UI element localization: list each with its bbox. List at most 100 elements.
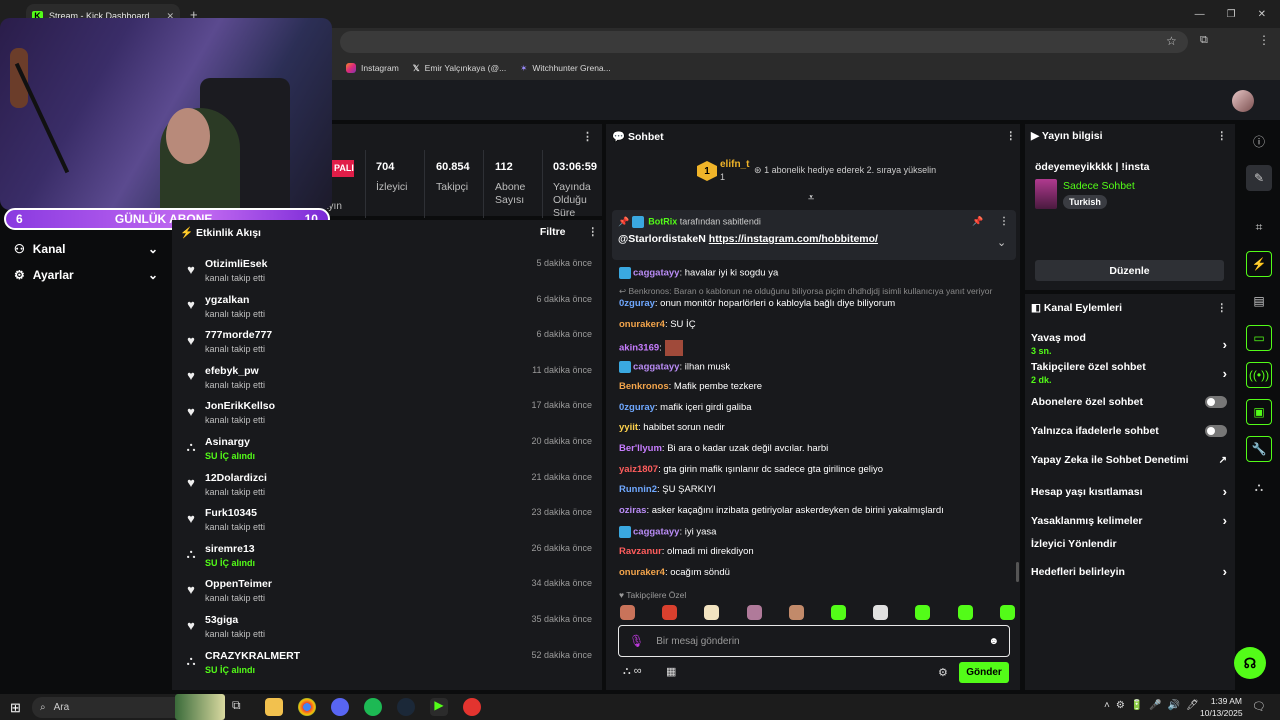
chat-username[interactable]: yaiz1807 (619, 464, 658, 475)
chat-username[interactable]: oziras (619, 505, 646, 516)
activity-row[interactable]: ♥ Furk10345 kanalı takip etti 23 dakika … (180, 505, 594, 539)
toggle-switch[interactable] (1205, 396, 1227, 408)
mic-icon[interactable]: 🎙 (629, 634, 644, 648)
toggle-switch[interactable] (1205, 425, 1227, 437)
points-icon[interactable]: ⛬ ∞ (623, 665, 642, 678)
channel-action-row[interactable]: Hedefleri belirleyin › (1031, 564, 1227, 579)
channel-actions-menu-icon[interactable]: ⋮ (1217, 302, 1228, 314)
layout-icon[interactable]: ▣ (1246, 399, 1272, 425)
chat-username[interactable]: Ravzanur (619, 546, 662, 557)
activity-username[interactable]: Asinargy (205, 436, 250, 448)
activity-row[interactable]: ♥ 777morde777 kanalı takip etti 6 dakika… (180, 327, 594, 361)
channel-action-row[interactable]: Yasaklanmış kelimeler › (1031, 513, 1227, 528)
chevron-down-icon[interactable]: ⌄ (997, 236, 1006, 249)
discord-icon[interactable] (331, 698, 349, 716)
chat-input[interactable]: 🎙 Bir mesaj gönderin ☻ (618, 625, 1010, 657)
help-button[interactable]: ☊ (1234, 647, 1266, 679)
document-icon[interactable]: ▤ (1246, 288, 1272, 314)
bookmark-x[interactable]: 𝕏 Emir Yalçınkaya (@... (413, 63, 506, 74)
chat-username[interactable]: Runnin2 (619, 484, 657, 495)
activity-username[interactable]: CRAZYKRALMERT (205, 650, 300, 662)
chat-username[interactable]: yyiit (619, 422, 638, 433)
wrench-icon[interactable]: 🔧 (1246, 436, 1272, 462)
task-view-icon[interactable]: ⧉ (232, 698, 250, 716)
emote-icon[interactable] (662, 605, 678, 620)
bookmark-star-icon[interactable]: ☆ (1166, 34, 1177, 48)
chat-username[interactable]: caggatayy (633, 362, 679, 373)
chat-username[interactable]: caggatayy (633, 527, 679, 538)
activity-username[interactable]: OppenTeimer (205, 578, 272, 590)
broadcast-icon[interactable]: ((•)) (1246, 362, 1272, 388)
chat-username[interactable]: caggatayy (633, 268, 679, 279)
chat-username[interactable]: 0zguray (619, 298, 655, 309)
maximize-icon[interactable]: ❐ (1227, 9, 1236, 20)
chat-username[interactable]: onuraker4 (619, 319, 665, 330)
store-icon[interactable]: ▦ (666, 665, 676, 678)
crop-icon[interactable]: ⌗ (1246, 214, 1272, 240)
channel-action-row[interactable]: Hesap yaşı kısıtlaması › (1031, 484, 1227, 499)
close-window-icon[interactable]: ✕ (1258, 9, 1266, 20)
activity-username[interactable]: Furk10345 (205, 507, 257, 519)
unpin-icon[interactable]: 📌 (972, 216, 983, 227)
category-name[interactable]: Sadece Sohbet (1063, 180, 1135, 192)
emote-icon[interactable] (999, 605, 1015, 620)
emote-icon[interactable] (831, 605, 846, 620)
file-explorer-icon[interactable] (265, 698, 283, 716)
activity-menu-icon[interactable]: ⋮ (588, 226, 599, 240)
user-avatar[interactable] (1232, 90, 1254, 112)
activity-username[interactable]: efebyk_pw (205, 365, 259, 377)
steam-icon[interactable] (397, 698, 415, 716)
emote-icon[interactable] (746, 605, 762, 620)
system-tray-icons[interactable]: ˄⚙🔋🎤🔊🖊 (1104, 700, 1205, 711)
pencil-icon[interactable]: ✎ (1246, 165, 1272, 191)
chat-menu-icon[interactable]: ⋮ (1006, 130, 1017, 143)
stats-menu-icon[interactable]: ⋮ (582, 130, 593, 143)
emote-icon[interactable] (788, 605, 804, 620)
chat-username[interactable]: Ber'llyum (619, 443, 662, 454)
activity-username[interactable]: 777morde777 (205, 329, 272, 341)
obs-icon[interactable] (463, 698, 481, 716)
emoji-icon[interactable]: ☻ (988, 636, 999, 647)
channel-action-row[interactable]: Yalnızca ifadelerle sohbet (1031, 425, 1227, 437)
pinned-menu-icon[interactable]: ⋮ (999, 216, 1009, 227)
spotify-icon[interactable] (364, 698, 382, 716)
activity-row[interactable]: ⛬ siremre13 SU İÇ alındı 26 dakika önce (180, 541, 594, 575)
chat-icon[interactable]: ▭ (1246, 325, 1272, 351)
activity-username[interactable]: 12Dolardizci (205, 472, 267, 484)
activity-row[interactable]: ⛬ Asinargy SU İÇ alındı 20 dakika önce (180, 434, 594, 468)
emote-icon[interactable] (620, 605, 635, 620)
minimize-icon[interactable]: — (1195, 9, 1205, 20)
emote-icon[interactable] (957, 605, 973, 620)
chat-scrollbar[interactable] (1016, 562, 1019, 582)
notification-icon[interactable]: 🗨 (1252, 700, 1266, 713)
activity-row[interactable]: ♥ 12Dolardizci kanalı takip etti 21 daki… (180, 470, 594, 504)
url-input[interactable] (340, 31, 1188, 53)
edit-button[interactable]: Düzenle (1035, 260, 1224, 281)
channel-action-row[interactable]: Takipçilere özel sohbet 2 dk. › (1031, 361, 1227, 385)
leader-name[interactable]: elifn_t (720, 159, 749, 170)
kick-app-icon[interactable]: ▶ (430, 698, 448, 716)
activity-row[interactable]: ♥ ygzalkan kanalı takip etti 6 dakika ön… (180, 292, 594, 326)
channel-action-row[interactable]: Yavaş mod 3 sn. › (1031, 332, 1227, 356)
emote-icon[interactable] (915, 605, 931, 620)
activity-row[interactable]: ⛬ CRAZYKRALMERT SU İÇ alındı 52 dakika ö… (180, 648, 594, 682)
nav-item-kanal[interactable]: ⚇ Kanal ⌄ (0, 236, 172, 262)
chat-username[interactable]: 0zguray (619, 402, 655, 413)
emote-icon[interactable] (704, 605, 720, 620)
activity-row[interactable]: ♥ efebyk_pw kanalı takip etti 11 dakika … (180, 363, 594, 397)
chrome-icon[interactable] (298, 698, 316, 716)
channel-action-row[interactable]: Abonelere özel sohbet (1031, 396, 1227, 408)
extensions-icon[interactable]: ⧉ (1200, 34, 1208, 47)
browser-menu-icon[interactable]: ⋮ (1258, 33, 1270, 47)
lightning-icon[interactable]: ⚡ (1246, 251, 1272, 277)
send-button[interactable]: Gönder (959, 662, 1009, 683)
pinned-link[interactable]: https://instagram.com/hobbitemo/ (709, 233, 878, 245)
clock[interactable]: 1:39 AM 10/13/2025 (1200, 695, 1243, 719)
emote-icon[interactable] (873, 605, 889, 620)
nav-item-ayarlar[interactable]: ⚙ Ayarlar ⌄ (0, 262, 172, 288)
chat-username[interactable]: akin3169 (619, 343, 659, 354)
channel-action-row[interactable]: İzleyici Yönlendir (1031, 538, 1227, 550)
chat-username[interactable]: onuraker4 (619, 567, 665, 578)
bookmark-witchhunter[interactable]: ✶ Witchhunter Grena... (520, 63, 611, 74)
bookmark-instagram[interactable]: Instagram (346, 63, 399, 73)
